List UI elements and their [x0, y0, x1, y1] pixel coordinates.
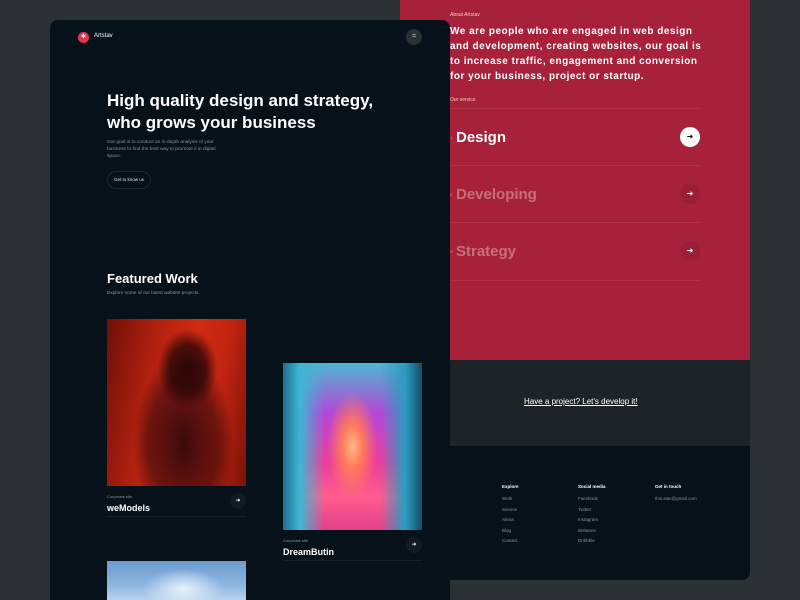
- featured-work-title: Featured Work: [107, 271, 198, 286]
- footer-link-service[interactable]: Service: [502, 507, 519, 518]
- project-name: weModels: [107, 503, 151, 513]
- arrow-right-icon[interactable]: ➜: [680, 184, 700, 204]
- hero-title: High quality design and strategy, who gr…: [107, 91, 374, 132]
- project-image[interactable]: [107, 319, 246, 486]
- footer-link-work[interactable]: Work: [502, 496, 519, 507]
- footer-link-twitter[interactable]: Twitter: [578, 507, 606, 518]
- logo-icon[interactable]: ✱: [78, 32, 89, 43]
- footer-link-about[interactable]: About: [502, 517, 519, 528]
- about-section: About Artstav We are people who are enga…: [400, 0, 750, 360]
- arrow-right-icon[interactable]: ➜: [680, 241, 700, 261]
- footer: Explore Work Service About Blog Contact …: [400, 446, 750, 580]
- menu-icon[interactable]: =: [406, 29, 422, 45]
- divider: [107, 516, 246, 517]
- service-name: Strategy: [456, 243, 517, 260]
- footer-contact: Get in touch this.stav@gmail.com: [655, 484, 697, 507]
- arrow-right-icon[interactable]: ➜: [230, 493, 246, 509]
- project-card-wemodels[interactable]: Corporate site weModels ➜: [107, 319, 246, 519]
- footer-email-link[interactable]: this.stav@gmail.com: [655, 496, 697, 507]
- hero-subtitle: Our goal is to conduct an in-depth analy…: [107, 140, 216, 159]
- footer-social: Social media Facebook Twitter Instagram …: [578, 484, 606, 549]
- footer-link-facebook[interactable]: Facebook: [578, 496, 606, 507]
- project-type: Corporate site: [283, 538, 309, 543]
- footer-link-dribbble[interactable]: Dribbble: [578, 538, 606, 549]
- project-name: DreamButin: [283, 547, 335, 557]
- service-item-design[interactable]: 01 Design ➜: [448, 108, 700, 165]
- service-label: Our service: [450, 97, 476, 103]
- service-item-strategy[interactable]: 03 Strategy ➜: [448, 222, 700, 279]
- arrow-right-icon[interactable]: ➜: [680, 127, 700, 147]
- footer-link-contact[interactable]: Contact: [502, 538, 519, 549]
- project-card-third[interactable]: [107, 561, 246, 600]
- cta-section: Have a project? Let's develop it!: [400, 360, 750, 446]
- service-item-developing[interactable]: 02 Developing ➜: [448, 165, 700, 222]
- get-to-know-us-button[interactable]: Get to know us: [107, 171, 151, 189]
- home-page-panel: ✱ Artstav = High quality design and stra…: [50, 20, 450, 600]
- footer-title: Explore: [502, 484, 519, 489]
- project-image[interactable]: [107, 561, 246, 600]
- arrow-right-icon[interactable]: ➜: [406, 537, 422, 553]
- service-name: Developing: [456, 186, 537, 203]
- footer-link-behance[interactable]: Behance: [578, 528, 606, 539]
- footer-link-blog[interactable]: Blog: [502, 528, 519, 539]
- divider: [283, 560, 422, 561]
- brand-name[interactable]: Artstav: [94, 33, 113, 39]
- about-label: About Artstav: [450, 12, 480, 18]
- project-image[interactable]: [283, 363, 422, 530]
- project-type: Corporate site: [107, 494, 133, 499]
- cta-link[interactable]: Have a project? Let's develop it!: [524, 397, 638, 406]
- footer-explore: Explore Work Service About Blog Contact: [502, 484, 519, 549]
- about-page-panel: About Artstav We are people who are enga…: [400, 0, 750, 580]
- project-card-dreambutin[interactable]: Corporate site DreamButin ➜: [283, 363, 422, 563]
- footer-title: Social media: [578, 484, 606, 489]
- service-name: Design: [456, 129, 507, 146]
- divider: [448, 280, 700, 281]
- footer-title: Get in touch: [655, 484, 682, 489]
- about-text: We are people who are engaged in web des…: [450, 26, 702, 82]
- featured-work-subtitle: Explore some of our latest website proje…: [107, 291, 200, 296]
- footer-link-instagram[interactable]: Instagram: [578, 517, 606, 528]
